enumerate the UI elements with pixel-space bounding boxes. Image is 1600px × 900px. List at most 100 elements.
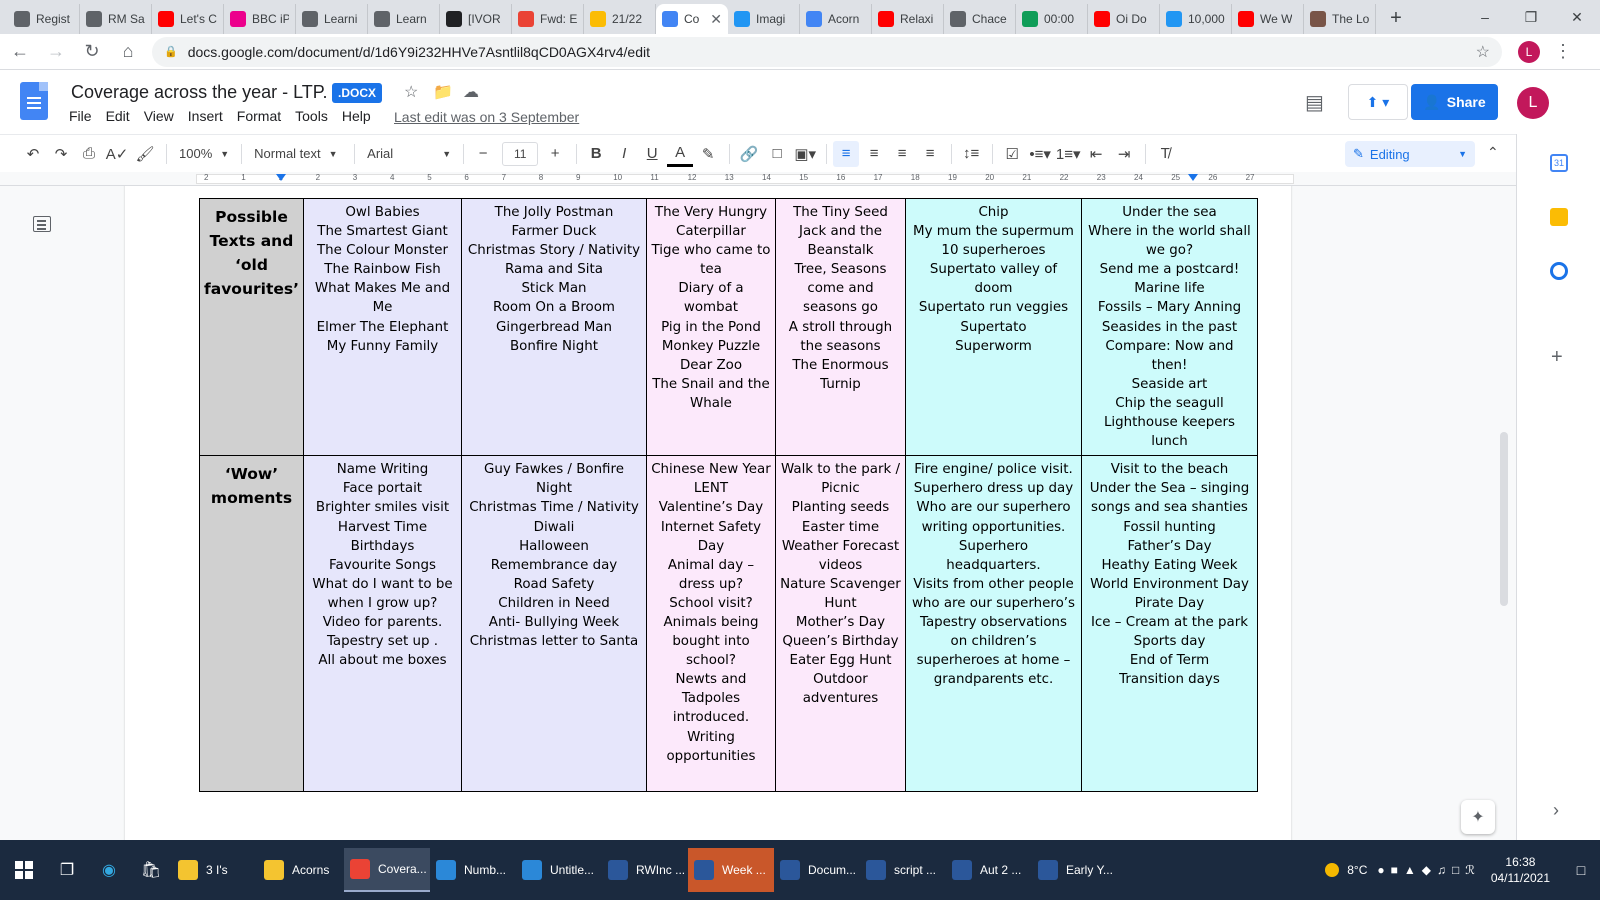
user-avatar[interactable]: L (1517, 87, 1549, 119)
home-icon[interactable]: ⌂ (112, 36, 144, 68)
forward-icon[interactable]: → (40, 36, 72, 68)
google-docs-logo-icon[interactable] (20, 82, 48, 120)
close-window-icon[interactable]: ✕ (1554, 0, 1600, 34)
present-button[interactable]: ⬆ ▾ (1348, 84, 1408, 120)
checklist-icon[interactable]: ☑ (999, 141, 1025, 167)
numbered-list-icon[interactable]: 1≡▾ (1055, 141, 1081, 167)
taskbar-task[interactable]: Week ... (688, 848, 774, 892)
clock[interactable]: 16:38 04/11/2021 (1491, 854, 1550, 886)
italic-icon[interactable]: I (611, 141, 637, 167)
taskbar-task[interactable]: 3 I's (172, 848, 258, 892)
bulleted-list-icon[interactable]: •≡▾ (1027, 141, 1053, 167)
table-cell[interactable]: Guy Fawkes / Bonfire Night Christmas Tim… (460, 455, 647, 793)
comment-history-icon[interactable]: ▤ (1305, 90, 1324, 115)
underline-icon[interactable]: U (639, 141, 665, 167)
table-cell[interactable]: Name Writing Face portait Brighter smile… (302, 455, 462, 793)
browser-tab[interactable]: RM Sa (80, 4, 152, 34)
line-spacing-icon[interactable]: ↕≡ (958, 141, 984, 167)
url-input[interactable]: 🔒 docs.google.com/document/d/1d6Y9i232HH… (152, 36, 1502, 67)
table-cell[interactable]: Chinese New Year LENT Valentine’s Day In… (645, 455, 776, 793)
menu-file[interactable]: File (62, 108, 99, 124)
new-tab-button[interactable]: + (1382, 4, 1410, 32)
notification-icon[interactable]: □ (1566, 848, 1596, 892)
taskbar-task[interactable]: Acorns (258, 848, 344, 892)
spellcheck-icon[interactable]: A✓ (104, 141, 130, 167)
cloud-status-icon[interactable]: ☁ (463, 82, 479, 102)
clear-formatting-icon[interactable]: T̸ (1152, 141, 1178, 167)
browser-tab[interactable]: 00:00 (1016, 4, 1088, 34)
vertical-scrollbar[interactable] (1500, 432, 1508, 606)
browser-tab[interactable]: Co ✕ (656, 4, 728, 34)
table-cell[interactable]: Walk to the park / Picnic Planting seeds… (774, 455, 906, 793)
left-indent-marker-icon[interactable] (276, 174, 286, 181)
menu-format[interactable]: Format (230, 108, 288, 124)
menu-view[interactable]: View (137, 108, 181, 124)
table-cell[interactable]: The Very Hungry Caterpillar Tige who cam… (645, 197, 776, 457)
document-page[interactable]: Possible Texts and ‘old favourites’ Owl B… (125, 186, 1291, 840)
document-outline-icon[interactable] (33, 216, 51, 232)
add-ons-plus-icon[interactable]: + (1551, 346, 1563, 369)
undo-icon[interactable]: ↶ (20, 141, 46, 167)
windows-start-icon[interactable] (2, 848, 46, 892)
explore-icon[interactable]: ✦ (1461, 800, 1495, 834)
browser-tab[interactable]: Imagi (728, 4, 800, 34)
insert-image-icon[interactable]: ▣▾ (792, 141, 818, 167)
taskbar-task[interactable]: RWInc ... (602, 848, 688, 892)
menu-help[interactable]: Help (335, 108, 378, 124)
last-edit-link[interactable]: Last edit was on 3 September (394, 109, 579, 125)
style-select[interactable]: Normal text ▼ (248, 146, 348, 161)
taskbar-task[interactable]: Numb... (430, 848, 516, 892)
minimize-icon[interactable]: – (1462, 0, 1508, 34)
browser-tab[interactable]: Let's C (152, 4, 224, 34)
browser-tab[interactable]: Relaxi (872, 4, 944, 34)
table-cell[interactable]: The Jolly Postman Farmer Duck Christmas … (460, 197, 647, 457)
browser-tab[interactable]: 10,000 (1160, 4, 1232, 34)
align-left-icon[interactable]: ≡ (833, 140, 860, 167)
weather-icon[interactable] (1325, 863, 1340, 877)
bold-icon[interactable]: B (583, 141, 609, 167)
browser-tab[interactable]: Learn (368, 4, 440, 34)
browser-tab[interactable]: Chace (944, 4, 1016, 34)
increase-font-size-icon[interactable]: + (542, 141, 568, 167)
mail-icon[interactable] (1118, 848, 1160, 892)
zoom-select[interactable]: 100% ▼ (173, 146, 235, 161)
browser-tab[interactable]: Fwd: E (512, 4, 584, 34)
tab-close-icon[interactable]: ✕ (710, 11, 722, 28)
browser-tab[interactable]: 21/22 (584, 4, 656, 34)
move-folder-icon[interactable]: 📁 (433, 82, 453, 102)
font-select[interactable]: Arial ▼ (361, 146, 457, 161)
store-icon[interactable]: 🛍 (130, 848, 172, 892)
taskbar-task[interactable]: Covera... (344, 848, 430, 892)
star-icon[interactable]: ☆ (404, 82, 418, 102)
temperature[interactable]: 8°C (1347, 863, 1367, 877)
browser-tab[interactable]: Regist (8, 4, 80, 34)
text-color-icon[interactable]: A (667, 141, 694, 167)
chevron-up-icon[interactable]: ⌃ (1487, 144, 1499, 161)
calendar-icon[interactable]: 31 (1550, 154, 1568, 172)
bookmark-star-icon[interactable]: ☆ (1476, 42, 1490, 62)
table-cell[interactable]: Visit to the beach Under the Sea – singi… (1080, 455, 1258, 793)
decrease-indent-icon[interactable]: ⇤ (1083, 141, 1109, 167)
row-header-cell[interactable]: Possible Texts and ‘old favourites’ (199, 197, 304, 457)
share-button[interactable]: 👤 Share (1411, 84, 1498, 120)
menu-insert[interactable]: Insert (181, 108, 230, 124)
taskbar-task[interactable]: Aut 2 ... (946, 848, 1032, 892)
taskbar-task[interactable]: Untitle... (516, 848, 602, 892)
insert-link-icon[interactable]: 🔗 (736, 141, 762, 167)
reload-icon[interactable]: ↻ (76, 36, 108, 68)
table-cell[interactable]: Fire engine/ police visit. Superhero dre… (904, 455, 1082, 793)
task-view-icon[interactable]: ❐ (46, 848, 88, 892)
browser-tab[interactable]: [IVOR (440, 4, 512, 34)
edge-browser-icon[interactable]: ◉ (88, 848, 130, 892)
browser-tab[interactable]: The Lo (1304, 4, 1376, 34)
table-cell[interactable]: The Tiny Seed Jack and the Beanstalk Tre… (774, 197, 906, 457)
back-icon[interactable]: ← (4, 36, 36, 68)
tray-icons[interactable]: ●■▲◆♫□ℛ (1377, 863, 1480, 877)
redo-icon[interactable]: ↷ (48, 141, 74, 167)
highlight-icon[interactable]: ✎ (695, 141, 721, 167)
row-header-cell[interactable]: ‘Wow’ moments (199, 455, 304, 793)
justify-icon[interactable]: ≡ (917, 141, 943, 167)
menu-tools[interactable]: Tools (288, 108, 335, 124)
keep-icon[interactable] (1550, 208, 1568, 226)
browser-profile-avatar[interactable]: L (1518, 40, 1540, 63)
